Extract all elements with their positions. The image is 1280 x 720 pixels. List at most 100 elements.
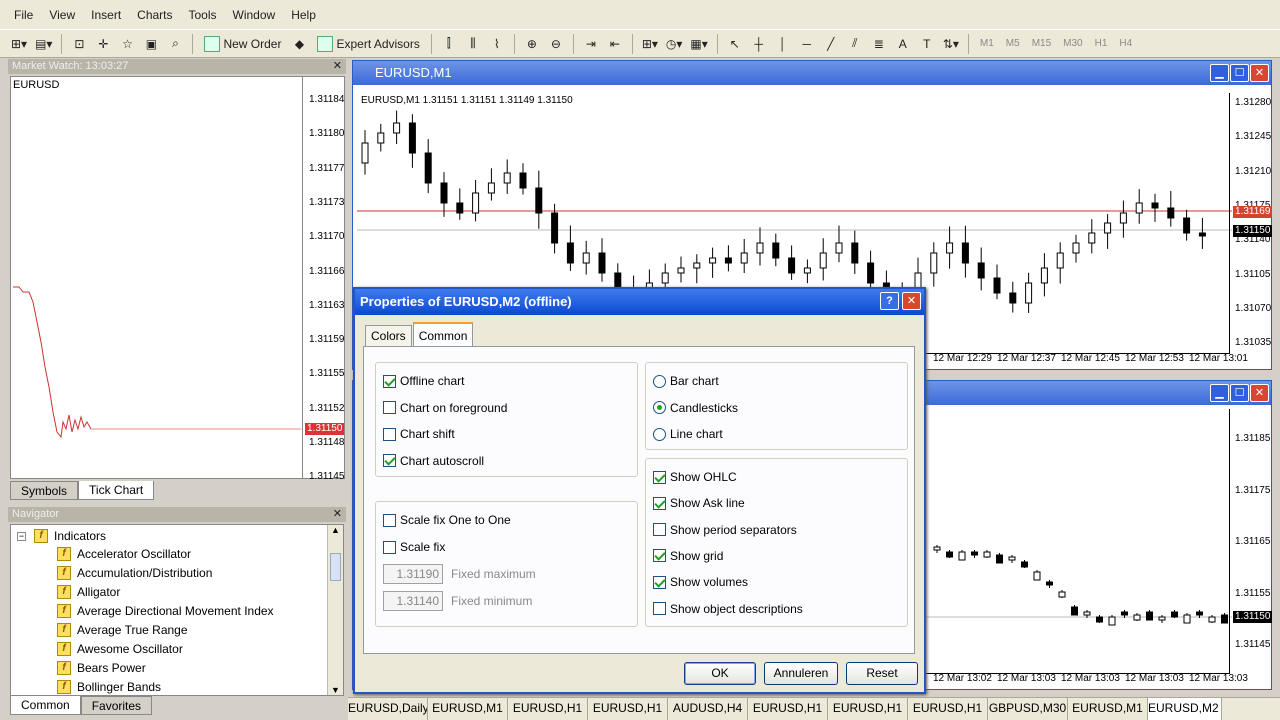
checkbox[interactable] [383,454,396,467]
checkbox[interactable] [653,549,666,563]
chart-tab[interactable]: AUDUSD,H4 [668,698,748,720]
minimize-icon[interactable]: ▁ [1210,64,1229,82]
menu-help[interactable]: Help [283,8,324,22]
horizontal-line-icon[interactable]: ─ [796,33,818,55]
checkbox[interactable] [653,602,666,615]
terminal-icon[interactable]: ▣ [140,33,162,55]
maximize-icon[interactable]: ☐ [1230,384,1249,402]
trendline-icon[interactable]: ╱ [820,33,842,55]
tf-m5[interactable]: M5 [1001,38,1025,49]
tab-common[interactable]: Common [412,322,474,346]
checkbox[interactable] [653,523,666,537]
checkbox[interactable] [383,540,396,554]
checkbox-show-volumes[interactable]: Show volumes [653,575,748,589]
autoscroll-icon[interactable]: ⇥ [580,33,602,55]
menu-insert[interactable]: Insert [83,8,129,22]
arrows-icon[interactable]: ⇅▾ [940,33,962,55]
fibo-icon[interactable]: ≣ [868,33,890,55]
checkbox-show-grid[interactable]: Show grid [653,549,723,563]
chart-tab[interactable]: GBPUSD,M30 [988,698,1068,720]
tab-colors[interactable]: Colors [365,325,412,346]
close-icon[interactable]: ✕ [333,507,342,522]
crosshair-icon[interactable]: ┼ [748,33,770,55]
navigator-scrollbar[interactable]: ▲ ▼ [327,525,343,695]
cursor-icon[interactable]: ↖ [724,33,746,55]
close-icon[interactable]: ✕ [1250,64,1269,82]
menu-view[interactable]: View [41,8,83,22]
reset-button[interactable]: Reset [846,662,918,685]
chart-tab[interactable]: EURUSD,M1 [1068,698,1148,720]
navigator-item[interactable]: f Awesome Oscillator [57,642,183,656]
new-order-button[interactable]: New Order [199,33,286,55]
data-window-icon[interactable]: ✛ [92,33,114,55]
cancel-button[interactable]: Annuleren [764,662,838,685]
menu-window[interactable]: Window [225,8,284,22]
help-icon[interactable]: ? [880,292,899,310]
templates-icon[interactable]: ▦▾ [687,33,710,55]
tf-m30[interactable]: M30 [1058,38,1087,49]
checkbox[interactable] [383,374,396,388]
chart-tab[interactable]: EURUSD,H1 [588,698,668,720]
expert-advisors-button[interactable]: Expert Advisors [312,33,424,55]
collapse-icon[interactable]: − [17,531,26,541]
radio-bar-chart[interactable]: Bar chart [653,374,719,388]
close-icon[interactable]: ✕ [333,59,342,74]
navigator-item[interactable]: f Alligator [57,585,120,599]
menu-tools[interactable]: Tools [181,8,225,22]
bar-chart-icon[interactable]: ⫿ [438,33,460,55]
radio-button[interactable] [653,401,666,414]
checkbox[interactable] [653,496,666,510]
fixed-maximum-input[interactable]: 1.31190 [383,564,443,584]
ok-button[interactable]: OK [684,662,756,685]
tester-icon[interactable]: ⌕ [164,33,186,55]
tab-symbols[interactable]: Symbols [10,481,79,500]
scroll-down-icon[interactable]: ▼ [328,685,343,695]
checkbox-show-ohlc[interactable]: Show OHLC [653,470,737,484]
tf-m1[interactable]: M1 [975,38,999,49]
close-icon[interactable]: ✕ [1250,384,1269,402]
checkbox[interactable] [653,575,666,589]
close-icon[interactable]: ✕ [902,292,921,310]
tf-h4[interactable]: H4 [1114,38,1137,49]
checkbox[interactable] [653,470,666,484]
zoom-in-icon[interactable]: ⊕ [521,33,543,55]
fixed-minimum-input[interactable]: 1.31140 [383,591,443,611]
profiles-icon[interactable]: ▤▾ [32,33,55,55]
scroll-thumb[interactable] [330,553,341,581]
checkbox-scale-fix-one-to-one[interactable]: Scale fix One to One [383,513,511,527]
checkbox-show-ask-line[interactable]: Show Ask line [653,496,745,510]
checkbox-scale-fix[interactable]: Scale fix [383,540,445,554]
scroll-up-icon[interactable]: ▲ [328,525,343,535]
chart-tab[interactable]: EURUSD,H1 [748,698,828,720]
radio-candlesticks[interactable]: Candlesticks [653,401,738,415]
text-icon[interactable]: A [892,33,914,55]
chart-tab[interactable]: EURUSD,H1 [508,698,588,720]
checkbox-chart-autoscroll[interactable]: Chart autoscroll [383,454,484,468]
candlestick-icon[interactable]: ⫼ [462,33,484,55]
checkbox-show-object-descriptions[interactable]: Show object descriptions [653,602,803,616]
chart-shift-icon[interactable]: ⇤ [604,33,626,55]
navigator-item[interactable]: f Average True Range [57,623,188,637]
tf-m15[interactable]: M15 [1027,38,1056,49]
chart-tab[interactable]: EURUSD,H1 [908,698,988,720]
tab-common[interactable]: Common [10,696,81,715]
new-chart-icon[interactable]: ⊞▾ [8,33,30,55]
chart-tab[interactable]: EURUSD,M1 [428,698,508,720]
indicators-icon[interactable]: ⊞▾ [639,33,661,55]
tab-favorites[interactable]: Favorites [80,696,153,715]
navigator-item[interactable]: f Average Directional Movement Index [57,604,274,618]
radio-line-chart[interactable]: Line chart [653,427,723,441]
menu-file[interactable]: File [6,8,41,22]
periods-icon[interactable]: ◷▾ [663,33,686,55]
radio-button[interactable] [653,374,666,388]
minimize-icon[interactable]: ▁ [1210,384,1229,402]
checkbox-show-period-separators[interactable]: Show period separators [653,523,797,537]
vertical-line-icon[interactable]: │ [772,33,794,55]
zoom-out-icon[interactable]: ⊖ [545,33,567,55]
chart-tab[interactable]: EURUSD,M2 (offline) [1148,698,1222,720]
navigator-item[interactable]: f Bollinger Bands [57,680,161,694]
radio-button[interactable] [653,427,666,441]
chart-tab[interactable]: EURUSD,H1 [828,698,908,720]
tab-tick-chart[interactable]: Tick Chart [78,481,155,500]
channel-icon[interactable]: ⫽ [844,33,866,55]
